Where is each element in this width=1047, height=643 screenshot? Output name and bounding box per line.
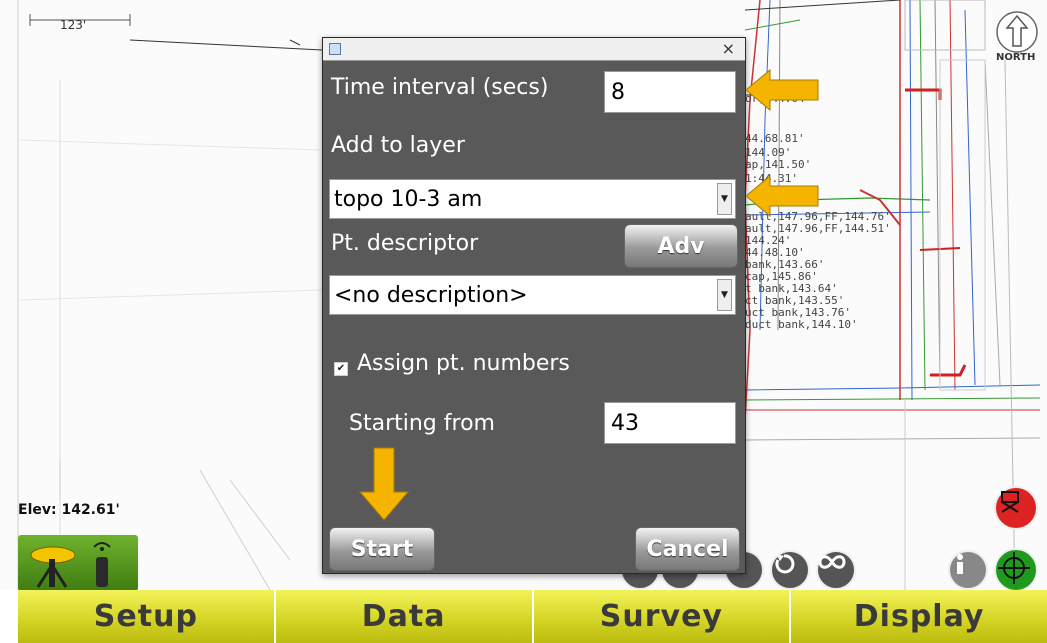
starting-from-label: Starting from bbox=[349, 411, 495, 436]
nav-tab-data[interactable]: Data bbox=[275, 590, 534, 643]
descriptor-select[interactable]: <no description> ▼ bbox=[329, 275, 736, 315]
infinity-icon bbox=[818, 555, 846, 569]
chevron-down-icon[interactable]: ▼ bbox=[717, 183, 732, 215]
layer-select[interactable]: topo 10-3 am ▼ bbox=[329, 179, 736, 219]
scale-label: 123' bbox=[60, 18, 87, 32]
chevron-down-icon[interactable]: ▼ bbox=[717, 279, 732, 311]
assign-pt-numbers-label: Assign pt. numbers bbox=[357, 351, 570, 376]
time-interval-input[interactable]: 8 bbox=[604, 71, 736, 113]
layer-select-value: topo 10-3 am bbox=[334, 186, 483, 212]
gps-receiver-icon bbox=[30, 542, 111, 588]
pointer-arrow-icon bbox=[745, 68, 819, 112]
pointer-arrow-icon bbox=[745, 174, 819, 218]
nav-tab-survey[interactable]: Survey bbox=[533, 590, 792, 643]
elevation-readout: Elev: 142.61' bbox=[18, 502, 120, 518]
pointer-arrow-icon bbox=[358, 447, 410, 521]
undo-icon bbox=[775, 554, 795, 574]
nav-tab-display[interactable]: Display bbox=[791, 590, 1047, 643]
continuous-button[interactable] bbox=[816, 550, 856, 590]
add-to-layer-label: Add to layer bbox=[331, 133, 465, 158]
info-icon bbox=[957, 554, 963, 574]
map-annotation: 44.68.81' bbox=[745, 132, 805, 145]
assign-checkbox[interactable]: ✔ bbox=[334, 362, 348, 376]
cancel-button[interactable]: Cancel bbox=[635, 527, 740, 571]
close-icon[interactable]: × bbox=[722, 39, 735, 58]
crosshair-icon bbox=[998, 552, 1030, 584]
stop-record-button[interactable] bbox=[994, 486, 1038, 530]
window-icon bbox=[329, 43, 341, 55]
map-annotation: ap,141.50' bbox=[745, 158, 812, 171]
descriptor-select-value: <no description> bbox=[334, 282, 528, 308]
info-button[interactable] bbox=[948, 550, 988, 590]
map-annotation: duct bank,144.10' bbox=[745, 318, 858, 331]
north-label: NORTH bbox=[996, 52, 1036, 63]
pt-descriptor-label: Pt. descriptor bbox=[331, 231, 479, 256]
nav-tab-setup[interactable]: Setup bbox=[18, 590, 276, 643]
stop-record-icon bbox=[1001, 491, 1019, 513]
start-button[interactable]: Start bbox=[329, 527, 435, 571]
gps-receiver-button[interactable] bbox=[18, 535, 138, 591]
time-interval-label: Time interval (secs) bbox=[331, 75, 549, 100]
adv-button[interactable]: Adv bbox=[624, 224, 738, 268]
crosshair-button[interactable] bbox=[994, 548, 1038, 592]
dialog-titlebar: × bbox=[323, 38, 745, 61]
bottom-nav: Setup Data Survey Display bbox=[18, 590, 1047, 643]
undo-button[interactable] bbox=[770, 550, 810, 590]
starting-from-input[interactable]: 43 bbox=[604, 402, 736, 444]
